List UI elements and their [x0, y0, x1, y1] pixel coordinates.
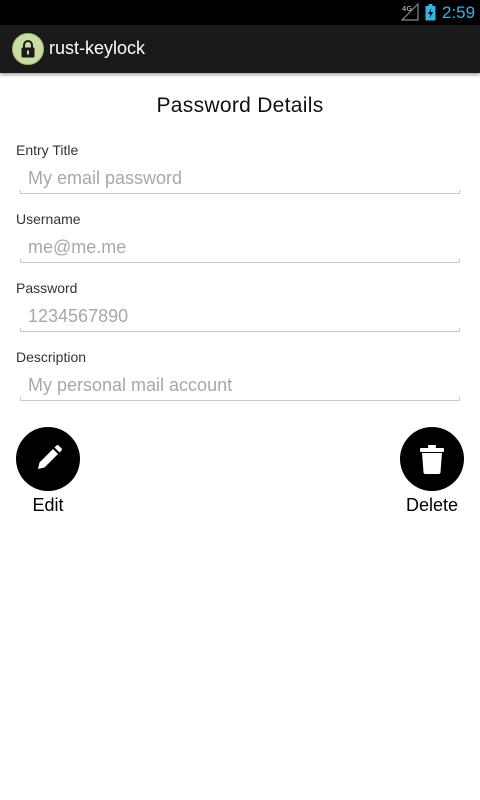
description-field[interactable]: [20, 371, 460, 401]
field-underline-tick: [459, 259, 460, 263]
app-title: rust-keylock: [49, 38, 146, 58]
delete-label: Delete: [405, 495, 459, 515]
signal-4g-icon: 4G: [400, 2, 419, 21]
edit-label: Edit: [32, 495, 64, 515]
password-field[interactable]: [20, 302, 460, 332]
lock-icon[interactable]: [12, 33, 44, 65]
field-underline-tick: [459, 397, 460, 401]
field-underline-tick: [20, 259, 21, 263]
password-label: Password: [16, 280, 78, 296]
username-field[interactable]: [20, 233, 460, 263]
svg-text:4G: 4G: [402, 5, 412, 13]
battery-charging-icon: [425, 4, 436, 21]
status-clock: 2:59: [442, 3, 476, 22]
field-underline-tick: [459, 328, 460, 332]
page-title: Password Details: [156, 94, 324, 117]
field-underline-tick: [20, 397, 21, 401]
delete-button[interactable]: [400, 427, 464, 491]
username-label: Username: [16, 211, 81, 227]
edit-button[interactable]: [16, 427, 80, 491]
description-label: Description: [16, 349, 87, 365]
entry-title-field[interactable]: [20, 164, 460, 194]
field-underline-tick: [459, 190, 460, 194]
field-underline-tick: [20, 328, 21, 332]
action-bar: rust-keylock: [0, 25, 480, 73]
entry-title-label: Entry Title: [16, 142, 79, 158]
field-underline-tick: [20, 190, 21, 194]
status-bar: 4G 2:59: [0, 0, 480, 25]
